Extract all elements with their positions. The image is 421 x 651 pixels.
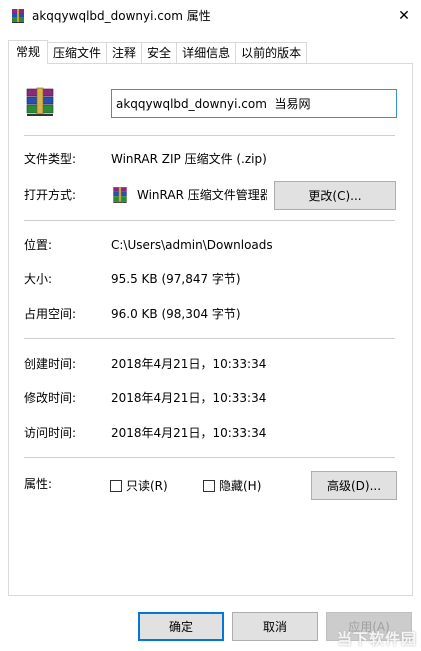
title-bar: akqqywqlbd_downyi.com 属性 ✕ [0, 0, 421, 32]
file-type-label: 文件类型: [24, 152, 77, 166]
created-label: 创建时间: [24, 357, 77, 371]
file-type-value: WinRAR ZIP 压缩文件 (.zip) [111, 152, 267, 166]
winrar-archive-icon [26, 87, 54, 116]
location-label: 位置: [24, 238, 53, 252]
separator [24, 457, 395, 458]
separator [24, 220, 395, 221]
tab-previous-versions[interactable]: 以前的版本 [235, 42, 308, 64]
close-icon: ✕ [398, 8, 410, 24]
accessed-value: 2018年4月21日，10:33:34 [111, 426, 267, 440]
properties-dialog: akqqywqlbd_downyi.com 属性 ✕ 常规 压缩文件 注释 安全… [0, 0, 421, 651]
window-title: akqqywqlbd_downyi.com 属性 [32, 9, 211, 23]
size-on-disk-value: 96.0 KB (98,304 字节) [111, 307, 241, 321]
readonly-checkbox[interactable] [110, 480, 122, 492]
close-button[interactable]: ✕ [387, 0, 421, 32]
separator [24, 135, 395, 136]
ok-button[interactable]: 确定 [138, 612, 224, 641]
hidden-label: 隐藏(H) [219, 479, 262, 493]
separator [24, 338, 395, 339]
size-value: 95.5 KB (97,847 字节) [111, 272, 241, 286]
hidden-checkbox[interactable] [203, 480, 215, 492]
size-on-disk-label: 占用空间: [24, 307, 77, 321]
location-value: C:\Users\admin\Downloads [111, 238, 273, 252]
winrar-archive-icon [12, 9, 24, 23]
attributes-label: 属性: [24, 477, 53, 491]
readonly-label: 只读(R) [126, 479, 168, 493]
hidden-checkbox-group[interactable]: 隐藏(H) [203, 478, 283, 494]
tab-strip: 常规 压缩文件 注释 安全 详细信息 以前的版本 [8, 40, 308, 64]
advanced-button[interactable]: 高级(D)... [311, 471, 397, 500]
tab-comment[interactable]: 注释 [106, 42, 143, 64]
created-value: 2018年4月21日，10:33:34 [111, 357, 267, 371]
dialog-footer: 确定 取消 应用(A) 当下软件园 [0, 596, 421, 651]
open-with-label: 打开方式: [24, 188, 77, 202]
modified-value: 2018年4月21日，10:33:34 [111, 391, 267, 405]
tab-details[interactable]: 详细信息 [176, 42, 237, 64]
tab-security[interactable]: 安全 [141, 42, 178, 64]
size-label: 大小: [24, 272, 53, 286]
accessed-label: 访问时间: [24, 426, 77, 440]
general-panel: 文件类型: WinRAR ZIP 压缩文件 (.zip) 打开方式: WinRA… [8, 63, 413, 596]
readonly-checkbox-group[interactable]: 只读(R) [110, 478, 190, 494]
modified-label: 修改时间: [24, 391, 77, 405]
tab-archive[interactable]: 压缩文件 [47, 42, 108, 64]
cancel-button[interactable]: 取消 [232, 612, 318, 641]
file-name-input[interactable] [111, 89, 397, 118]
open-with-value: WinRAR 压缩文件管理器 [137, 188, 267, 202]
winrar-app-icon [113, 187, 127, 203]
tab-general[interactable]: 常规 [8, 40, 49, 64]
change-button[interactable]: 更改(C)... [274, 181, 396, 210]
watermark-text: 当下软件园 [336, 630, 417, 648]
